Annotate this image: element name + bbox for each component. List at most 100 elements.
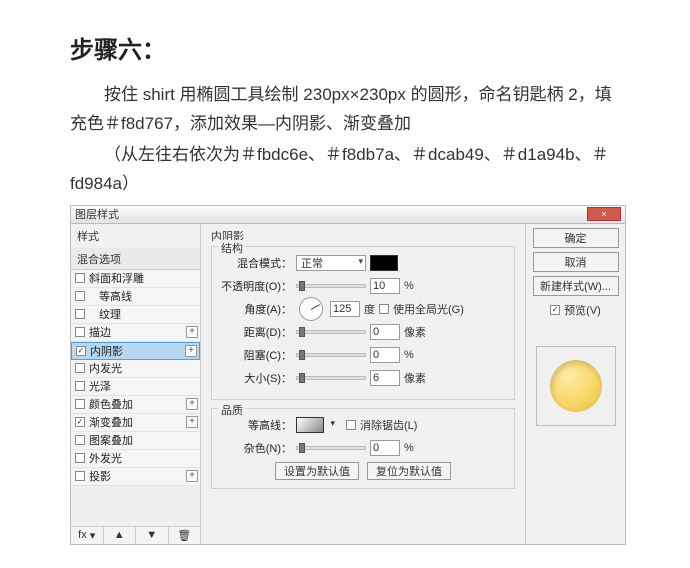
antialias-label: 消除锯齿(L) xyxy=(360,417,417,433)
dialog-titlebar: 图层样式 × xyxy=(71,206,625,224)
opacity-field[interactable]: 10 xyxy=(370,278,400,294)
reset-default-button[interactable]: 复位为默认值 xyxy=(367,462,451,480)
spread-slider[interactable] xyxy=(296,353,366,357)
style-checkbox[interactable] xyxy=(75,363,85,373)
style-checkbox[interactable] xyxy=(75,471,85,481)
spread-unit: % xyxy=(404,349,414,361)
style-row-投影[interactable]: 投影 + xyxy=(71,468,200,486)
style-row-斜面和浮雕[interactable]: 斜面和浮雕+ xyxy=(71,270,200,288)
size-slider[interactable] xyxy=(296,376,366,380)
blend-mode-dropdown[interactable]: 正常 xyxy=(296,255,366,271)
opacity-unit: % xyxy=(404,280,414,292)
add-effect-icon[interactable]: + xyxy=(186,398,198,410)
styles-sidebar: 样式 混合选项 斜面和浮雕+等高线+纹理+描边+内阴影+内发光+光泽+颜色叠加+… xyxy=(71,224,201,544)
style-row-光泽[interactable]: 光泽+ xyxy=(71,378,200,396)
style-label: 外发光 xyxy=(89,450,182,466)
style-checkbox[interactable] xyxy=(75,417,85,427)
dialog-title: 图层样式 xyxy=(75,206,119,222)
spread-label: 阻塞(C)： xyxy=(220,347,292,363)
style-row-渐变叠加[interactable]: 渐变叠加 + xyxy=(71,414,200,432)
style-label: 图案叠加 xyxy=(89,432,182,448)
add-effect-icon[interactable]: + xyxy=(185,345,197,357)
quality-group-label: 品质 xyxy=(218,402,246,418)
structure-group-label: 结构 xyxy=(218,240,246,256)
angle-dial[interactable] xyxy=(299,297,323,321)
distance-unit: 像素 xyxy=(404,324,426,340)
step-title: 步骤六： xyxy=(70,30,620,65)
close-button[interactable]: × xyxy=(587,207,621,221)
panel-title: 内阴影 xyxy=(211,228,515,246)
noise-field[interactable]: 0 xyxy=(370,440,400,456)
style-row-描边[interactable]: 描边 + xyxy=(71,324,200,342)
add-effect-icon[interactable]: + xyxy=(186,326,198,338)
distance-label: 距离(D)： xyxy=(220,324,292,340)
instruction-line-1: 按住 shirt 用椭圆工具绘制 230px×230px 的圆形，命名钥匙柄 2… xyxy=(70,81,620,139)
style-checkbox[interactable] xyxy=(75,453,85,463)
style-checkbox[interactable] xyxy=(75,381,85,391)
new-style-button[interactable]: 新建样式(W)... xyxy=(533,276,619,296)
style-checkbox[interactable] xyxy=(75,327,85,337)
style-row-外发光[interactable]: 外发光+ xyxy=(71,450,200,468)
style-label: 等高线 xyxy=(89,288,182,304)
move-down-button[interactable]: ▼ xyxy=(136,527,169,544)
style-row-颜色叠加[interactable]: 颜色叠加 + xyxy=(71,396,200,414)
styles-header: 样式 xyxy=(71,224,200,248)
style-row-图案叠加[interactable]: 图案叠加+ xyxy=(71,432,200,450)
layer-style-dialog: 图层样式 × 样式 混合选项 斜面和浮雕+等高线+纹理+描边+内阴影+内发光+光… xyxy=(70,205,626,545)
blend-options-header[interactable]: 混合选项 xyxy=(71,248,200,269)
size-field[interactable]: 6 xyxy=(370,370,400,386)
contour-picker[interactable] xyxy=(296,417,324,433)
style-checkbox[interactable] xyxy=(75,273,85,283)
style-row-内发光[interactable]: 内发光+ xyxy=(71,360,200,378)
delete-style-button[interactable]: 🗑 xyxy=(169,527,201,544)
style-checkbox[interactable] xyxy=(75,435,85,445)
style-row-内阴影[interactable]: 内阴影 + xyxy=(71,342,200,360)
opacity-slider[interactable] xyxy=(296,284,366,288)
noise-unit: % xyxy=(404,442,414,454)
style-checkbox[interactable] xyxy=(75,399,85,409)
dialog-action-column: 确定 取消 新建样式(W)... 预览(V) xyxy=(525,224,625,544)
preview-checkbox[interactable] xyxy=(550,305,560,315)
style-label: 颜色叠加 xyxy=(89,396,182,412)
fx-menu-button[interactable]: fx ▾ xyxy=(71,527,104,544)
spread-field[interactable]: 0 xyxy=(370,347,400,363)
angle-unit: 度 xyxy=(364,301,375,317)
style-label: 斜面和浮雕 xyxy=(89,270,182,286)
style-label: 纹理 xyxy=(89,306,182,322)
move-up-button[interactable]: ▲ xyxy=(104,527,137,544)
style-label: 内阴影 xyxy=(90,343,181,359)
distance-field[interactable]: 0 xyxy=(370,324,400,340)
style-label: 投影 xyxy=(89,468,182,484)
noise-label: 杂色(N)： xyxy=(220,440,292,456)
style-label: 内发光 xyxy=(89,360,182,376)
style-checkbox[interactable] xyxy=(76,346,86,356)
blend-mode-label: 混合模式： xyxy=(220,255,292,271)
inner-shadow-panel: 内阴影 结构 混合模式： 正常 不透明度(O)： 10 % xyxy=(201,224,525,544)
global-light-label: 使用全局光(G) xyxy=(393,301,464,317)
distance-slider[interactable] xyxy=(296,330,366,334)
style-label: 渐变叠加 xyxy=(89,414,182,430)
style-row-纹理[interactable]: 纹理+ xyxy=(71,306,200,324)
size-label: 大小(S)： xyxy=(220,370,292,386)
preview-label: 预览(V) xyxy=(564,302,601,318)
style-row-等高线[interactable]: 等高线+ xyxy=(71,288,200,306)
noise-slider[interactable] xyxy=(296,446,366,450)
preview-box xyxy=(536,346,616,426)
ok-button[interactable]: 确定 xyxy=(533,228,619,248)
add-effect-icon[interactable]: + xyxy=(186,416,198,428)
style-checkbox[interactable] xyxy=(75,309,85,319)
angle-label: 角度(A)： xyxy=(220,301,292,317)
global-light-checkbox[interactable] xyxy=(379,304,389,314)
style-checkbox[interactable] xyxy=(75,291,85,301)
angle-field[interactable]: 125 xyxy=(330,301,360,317)
make-default-button[interactable]: 设置为默认值 xyxy=(275,462,359,480)
instruction-line-2: （从左往右依次为＃fbdc6e、＃f8db7a、＃dcab49、＃d1a94b、… xyxy=(70,141,620,199)
style-label: 描边 xyxy=(89,324,182,340)
cancel-button[interactable]: 取消 xyxy=(533,252,619,272)
contour-label: 等高线： xyxy=(220,417,292,433)
style-label: 光泽 xyxy=(89,378,182,394)
antialias-checkbox[interactable] xyxy=(346,420,356,430)
add-effect-icon[interactable]: + xyxy=(186,470,198,482)
opacity-label: 不透明度(O)： xyxy=(220,278,292,294)
shadow-color-swatch[interactable] xyxy=(370,255,398,271)
